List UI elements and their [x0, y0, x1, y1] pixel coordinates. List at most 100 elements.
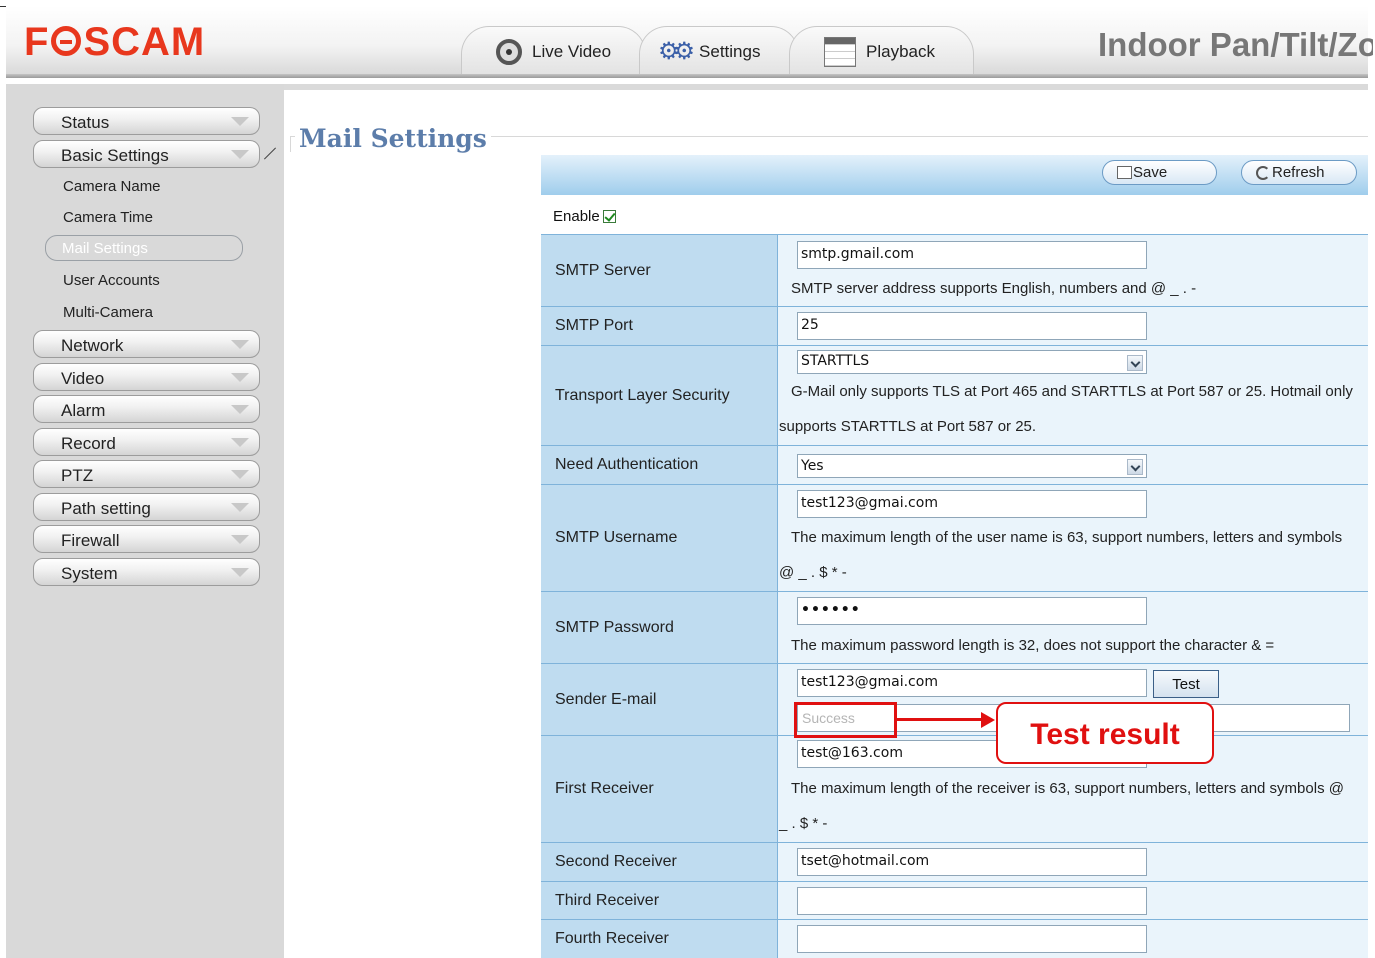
sidebar-item-label: PTZ	[61, 466, 94, 485]
sender-email-input[interactable]: test123@gmai.com	[797, 669, 1147, 697]
chevron-down-icon	[231, 340, 249, 349]
sidebar-item-label: Path setting	[61, 499, 151, 518]
floppy-icon	[1117, 166, 1132, 179]
third-receiver-input[interactable]	[797, 887, 1147, 915]
tls-hint-line1: G-Mail only supports TLS at Port 465 and…	[791, 383, 1353, 400]
fourth-receiver-cell	[777, 920, 1368, 958]
tls-hint-line2: supports STARTTLS at Port 587 or 25.	[779, 418, 1037, 435]
fieldset-border-left	[290, 136, 291, 152]
smtp-port-input[interactable]: 25	[797, 312, 1147, 340]
toolbar: Save Refresh	[541, 155, 1368, 195]
tls-cell: STARTTLS G-Mail only supports TLS at Por…	[777, 346, 1368, 445]
test-result-callout: Test result	[996, 702, 1214, 764]
smtp-username-input[interactable]: test123@gmai.com	[797, 490, 1147, 518]
sidebar-item-label: Video	[61, 369, 105, 388]
chevron-down-icon	[231, 117, 249, 126]
sidebar-item-firewall[interactable]: Firewall	[33, 525, 260, 553]
tab-settings[interactable]: ⚙⚙ Settings	[639, 26, 799, 76]
calendar-icon	[824, 36, 856, 67]
smtp-password-hint: The maximum password length is 32, does …	[791, 637, 1275, 654]
sidebar-subitem-multi-camera[interactable]: Multi-Camera	[63, 304, 153, 321]
chevron-down-icon	[231, 470, 249, 479]
tls-select[interactable]: STARTTLS	[797, 350, 1147, 374]
sidebar-item-network[interactable]: Network	[33, 330, 260, 358]
tab-playback[interactable]: Playback	[789, 26, 974, 76]
refresh-label: Refresh	[1272, 164, 1325, 181]
main-panel: Mail Settings Save Refresh Enable SMTP S…	[284, 84, 1368, 958]
second-receiver-input[interactable]: tset@hotmail.com	[797, 848, 1147, 876]
chevron-down-icon	[1127, 459, 1143, 475]
sidebar-item-alarm[interactable]: Alarm	[33, 395, 260, 423]
tab-live-video-label: Live Video	[532, 41, 612, 61]
logo-o-mark	[51, 26, 82, 56]
smtp-server-cell: smtp.gmail.com SMTP server address suppo…	[777, 235, 1368, 306]
first-receiver-hint-line1: The maximum length of the receiver is 63…	[791, 780, 1344, 797]
sidebar-item-path-setting[interactable]: Path setting	[33, 493, 260, 521]
save-button[interactable]: Save	[1102, 160, 1217, 185]
sidebar-item-label: Basic Settings	[61, 146, 169, 165]
webcam-icon	[496, 38, 522, 65]
chevron-down-icon	[1127, 355, 1143, 371]
refresh-button[interactable]: Refresh	[1241, 160, 1357, 185]
sidebar-item-video[interactable]: Video	[33, 363, 260, 391]
smtp-server-input[interactable]: smtp.gmail.com	[797, 241, 1147, 269]
chevron-down-icon	[231, 535, 249, 544]
smtp-password-cell: •••••• The maximum password length is 32…	[777, 592, 1368, 663]
smtp-server-hint: SMTP server address supports English, nu…	[791, 280, 1197, 297]
auth-label: Need Authentication	[541, 446, 777, 484]
tls-label: Transport Layer Security	[541, 346, 777, 445]
sidebar-subitem-camera-name[interactable]: Camera Name	[63, 178, 161, 195]
main-top-rule	[284, 84, 1368, 90]
smtp-port-row: SMTP Port 25	[541, 306, 1368, 345]
app-header: F SCAM Live Video ⚙⚙ Settings Playback In…	[6, 6, 1373, 78]
smtp-password-label: SMTP Password	[541, 592, 777, 663]
fourth-receiver-input[interactable]	[797, 925, 1147, 953]
auth-select-value: Yes	[801, 458, 824, 474]
result-highlight-box	[794, 702, 897, 738]
third-receiver-cell	[777, 882, 1368, 919]
enable-checkbox[interactable]	[602, 210, 616, 223]
sidebar-item-ptz[interactable]: PTZ	[33, 460, 260, 488]
sender-email-row: Sender E-mail test123@gmai.com Test Succ…	[541, 663, 1368, 735]
sidebar-subitem-camera-time[interactable]: Camera Time	[63, 209, 153, 226]
sidebar-item-label: Alarm	[61, 401, 106, 420]
chevron-down-icon	[231, 373, 249, 382]
header-divider	[6, 74, 1368, 78]
annotation-arrow-line	[897, 718, 983, 721]
tls-select-value: STARTTLS	[801, 353, 870, 369]
tab-settings-label: Settings	[699, 41, 761, 61]
sidebar-item-label: Firewall	[61, 531, 120, 550]
sidebar-item-label: System	[61, 564, 118, 583]
first-receiver-row: First Receiver test@163.com The maximum …	[541, 735, 1368, 842]
sidebar-item-record[interactable]: Record	[33, 428, 260, 456]
sidebar-item-system[interactable]: System	[33, 558, 260, 586]
smtp-server-row: SMTP Server smtp.gmail.com SMTP server a…	[541, 234, 1368, 306]
auth-cell: Yes	[777, 446, 1368, 484]
smtp-username-row: SMTP Username test123@gmai.com The maxim…	[541, 484, 1368, 591]
chevron-down-icon	[231, 150, 249, 159]
auth-row: Need Authentication Yes	[541, 445, 1368, 484]
sidebar-subitem-mail-settings[interactable]: Mail Settings	[45, 235, 243, 261]
smtp-server-label: SMTP Server	[541, 235, 777, 306]
fourth-receiver-row: Fourth Receiver	[541, 919, 1368, 958]
test-button[interactable]: Test	[1153, 670, 1219, 698]
sidebar: Status Basic Settings Camera Name Camera…	[6, 84, 284, 958]
smtp-username-hint-line2: @ _ . $ * -	[779, 564, 847, 581]
foscam-logo: F SCAM	[24, 20, 206, 64]
chevron-down-icon	[231, 503, 249, 512]
first-receiver-label: First Receiver	[541, 736, 777, 842]
tab-playback-label: Playback	[866, 41, 935, 61]
tab-live-video[interactable]: Live Video	[461, 26, 646, 76]
sidebar-item-basic-settings[interactable]: Basic Settings	[33, 140, 260, 168]
second-receiver-cell: tset@hotmail.com	[777, 843, 1368, 881]
chevron-down-icon	[231, 438, 249, 447]
sidebar-subitem-user-accounts[interactable]: User Accounts	[63, 272, 160, 289]
sidebar-item-status[interactable]: Status	[33, 107, 260, 135]
product-title: Indoor Pan/Tilt/Zoom	[1098, 26, 1373, 63]
smtp-password-input[interactable]: ••••••	[797, 597, 1147, 625]
smtp-password-row: SMTP Password •••••• The maximum passwor…	[541, 591, 1368, 663]
auth-select[interactable]: Yes	[797, 454, 1147, 478]
third-receiver-row: Third Receiver	[541, 881, 1368, 919]
sender-email-label: Sender E-mail	[541, 664, 777, 735]
third-receiver-label: Third Receiver	[541, 882, 777, 919]
